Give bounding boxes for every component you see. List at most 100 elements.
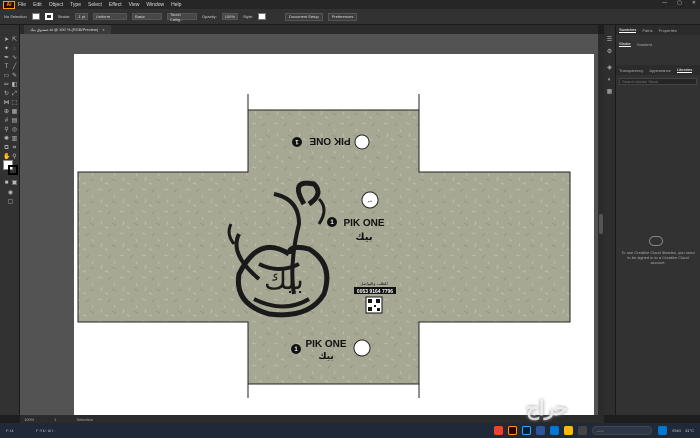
tab-libraries[interactable]: Libraries (676, 67, 693, 73)
menu-window[interactable]: Window (146, 2, 164, 8)
preferences-button[interactable]: Preferences (327, 12, 358, 21)
brush-dropdown[interactable]: Basic (132, 13, 163, 20)
photoshop-icon[interactable] (522, 426, 532, 435)
illustrator-icon[interactable] (508, 426, 518, 435)
color-icon[interactable]: ◐ (606, 77, 613, 84)
file-explorer-icon[interactable] (564, 426, 574, 435)
menu-type[interactable]: Type (70, 2, 81, 8)
graphic-style-dropdown[interactable]: Touch Callig... (167, 12, 198, 22)
language-indicator[interactable]: ENG (672, 428, 681, 433)
menu-edit[interactable]: Edit (33, 2, 42, 8)
task-view-icon[interactable] (578, 426, 588, 435)
tab-swatches[interactable]: Swatches (619, 27, 637, 33)
menu-help[interactable]: Help (171, 2, 181, 8)
chrome-icon[interactable] (494, 426, 504, 435)
artboard[interactable]: 1 PIK ONE بيك ختم 1 PIK ONE بيك للطلب وا… (74, 54, 594, 415)
box-dieline-artwork[interactable]: 1 PIK ONE بيك ختم 1 PIK ONE بيك للطلب وا… (74, 54, 594, 415)
phone-number: 0053 9164 7796 (357, 289, 393, 295)
brand-top: PIK ONE (309, 135, 350, 146)
close-tab-icon[interactable]: × (102, 27, 104, 32)
slice-tool-icon[interactable]: ⌗ (11, 145, 18, 152)
opacity-label: Opacity: (202, 14, 217, 19)
layers-icon[interactable]: ◈ (606, 65, 613, 72)
paintbrush-tool-icon[interactable]: ✎ (11, 73, 18, 80)
pen-tool-icon[interactable]: ✒ (3, 55, 10, 62)
maximize-button[interactable]: ▢ (677, 0, 682, 6)
eraser-tool-icon[interactable]: ◧ (11, 82, 18, 89)
tab-gradient[interactable]: Gradient (637, 42, 652, 47)
properties-icon[interactable]: ⚙ (606, 49, 613, 56)
stroke-swatch[interactable] (44, 13, 53, 20)
rectangle-tool-icon[interactable]: ▭ (3, 73, 10, 80)
start-icon[interactable] (658, 426, 668, 435)
word-icon[interactable] (536, 426, 546, 435)
seal-icon (353, 339, 371, 357)
variable-width-dropdown[interactable]: Uniform (93, 13, 128, 20)
magic-wand-tool-icon[interactable]: ✦ (3, 46, 10, 53)
shape-builder-tool-icon[interactable]: ⊕ (3, 109, 10, 116)
menu-select[interactable]: Select (88, 2, 102, 8)
menu-effect[interactable]: Effect (109, 2, 122, 8)
library-search-input[interactable] (619, 78, 697, 85)
document-setup-button[interactable]: Document Setup (284, 12, 323, 21)
zoom-level[interactable]: 100% (24, 417, 34, 422)
selection-tool-icon[interactable]: ➤ (3, 37, 10, 44)
symbol-sprayer-tool-icon[interactable]: ✺ (3, 136, 10, 143)
direct-selection-tool-icon[interactable]: ⇱ (11, 37, 18, 44)
swatches-icon[interactable]: ▦ (606, 89, 613, 96)
blend-tool-icon[interactable]: ◎ (11, 127, 18, 134)
clock-date[interactable]: ٢٠٢٤/٠٨/١٠ (36, 428, 66, 433)
weather-widget[interactable]: 31°C (685, 428, 694, 433)
artboard-tool-icon[interactable]: ⧉ (3, 145, 10, 152)
close-button[interactable]: ✕ (692, 0, 696, 6)
tab-appearance[interactable]: Appearance (649, 68, 671, 73)
edge-icon[interactable] (550, 426, 560, 435)
curvature-tool-icon[interactable]: ∿ (11, 55, 18, 62)
stroke-color-swatch[interactable] (8, 165, 18, 175)
opacity-field[interactable]: 100% (221, 13, 238, 20)
lasso-tool-icon[interactable]: ◌ (11, 46, 18, 53)
taskbar-search-input[interactable] (592, 426, 653, 435)
minimize-button[interactable]: — (662, 0, 667, 6)
menu-file[interactable]: File (18, 2, 26, 8)
eyedropper-tool-icon[interactable]: ⚲ (3, 127, 10, 134)
type-tool-icon[interactable]: T (3, 64, 10, 71)
mesh-tool-icon[interactable]: # (3, 118, 10, 125)
tab-stroke[interactable]: Stroke (619, 41, 631, 47)
width-tool-icon[interactable]: ⋈ (3, 100, 10, 107)
fill-swatch[interactable] (31, 13, 40, 20)
scroll-thumb[interactable] (599, 214, 603, 234)
line-tool-icon[interactable]: ╱ (11, 64, 18, 71)
menu-view[interactable]: View (129, 2, 140, 8)
gradient-tool-icon[interactable]: ▤ (11, 118, 18, 125)
screen-mode-icon[interactable]: ▢ (7, 199, 14, 206)
seal-icon (354, 134, 370, 150)
panel-icon-strip: ☰ ⚙ ◈ ◐ ▦ (604, 25, 616, 415)
tab-properties[interactable]: Properties (659, 28, 677, 33)
panel-tabs-sub: Stroke Gradient (616, 39, 700, 49)
clock-time[interactable]: ٢:١٨ (6, 428, 36, 433)
status-mode[interactable]: Selection (76, 417, 92, 422)
draw-mode-icon[interactable]: ◉ (7, 190, 14, 197)
stroke-weight-field[interactable]: 1 pt (75, 13, 89, 20)
calligraphy-glyph-1: بيك (264, 263, 304, 296)
graph-tool-icon[interactable]: ▥ (11, 136, 18, 143)
style-swatch[interactable] (257, 13, 266, 20)
pencil-tool-icon[interactable]: ✏ (3, 82, 10, 89)
brand-main: PIK ONE (343, 218, 384, 229)
gradient-mode-icon[interactable]: ▣ (11, 180, 18, 187)
document-tab-title: صندوق بيك.ai @ 100 % (RGB/Preview) (30, 27, 99, 32)
artboard-number[interactable]: 1 (54, 417, 56, 422)
tab-paths[interactable]: Paths (642, 28, 652, 33)
document-tab[interactable]: صندوق بيك.ai @ 100 % (RGB/Preview) × (24, 25, 111, 34)
canvas-area[interactable]: 1 PIK ONE بيك ختم 1 PIK ONE بيك للطلب وا… (20, 34, 598, 415)
scale-tool-icon[interactable]: ⤢ (11, 91, 18, 98)
libraries-icon[interactable]: ☰ (606, 37, 613, 44)
color-mode-icon[interactable]: ■ (3, 180, 10, 187)
free-transform-tool-icon[interactable]: ⬚ (11, 100, 18, 107)
status-bar: 100% 1 Selection (20, 415, 604, 423)
perspective-grid-tool-icon[interactable]: ▦ (11, 109, 18, 116)
rotate-tool-icon[interactable]: ↻ (3, 91, 10, 98)
tab-transparency[interactable]: Transparency (619, 68, 643, 73)
menu-object[interactable]: Object (49, 2, 63, 8)
